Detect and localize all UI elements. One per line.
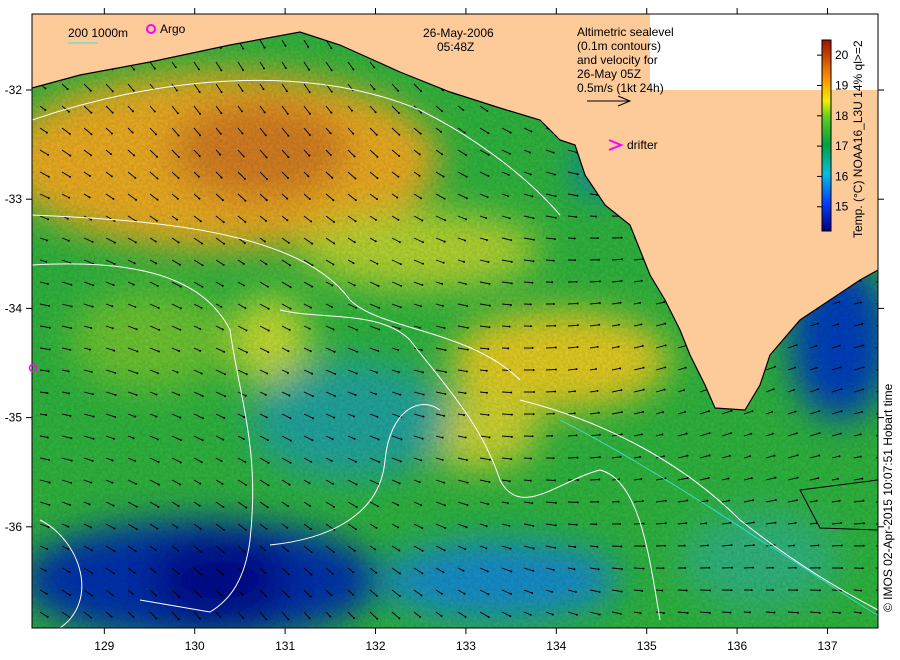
lon-tick-label: 129: [94, 639, 114, 653]
svg-text:26-May 05Z: 26-May 05Z: [577, 67, 641, 81]
velocity-arrow: [831, 589, 842, 591]
lon-tick-label: 133: [456, 639, 476, 653]
svg-text:Altimetric sealevel: Altimetric sealevel: [577, 25, 674, 39]
lat-tick-label: -35: [5, 411, 23, 425]
lon-tick-label: 134: [546, 639, 566, 653]
lon-tick-label: 132: [366, 639, 386, 653]
velocity-arrow: [545, 368, 556, 371]
velocity-arrow: [809, 544, 819, 547]
velocity-arrow: [589, 479, 600, 481]
sst-map: 129 130 131 132 133 134 135 136 137 -32 -33 -34 -35 -…: [0, 0, 900, 660]
lon-tick-label: 137: [818, 639, 838, 653]
velocity-arrow: [853, 589, 862, 592]
lon-tick-label: 130: [185, 639, 205, 653]
velocity-arrow: [699, 544, 708, 547]
colorbar-label: Temp. (°C) NOAA16_L3U 14% ql>=2: [851, 40, 865, 238]
colorbar: [821, 39, 832, 232]
lat-tick-label: -34: [5, 301, 23, 315]
svg-text:(0.1m contours): (0.1m contours): [577, 39, 661, 53]
credit-text: © IMOS 02-Apr-2015 10:07:51 Hobart time: [881, 383, 895, 612]
lon-tick-label: 135: [637, 639, 657, 653]
lon-tick-label: 136: [727, 639, 747, 653]
map-svg: 129 130 131 132 133 134 135 136 137 -32 -33 -34 -35 -…: [5, 8, 895, 653]
velocity-arrow: [567, 303, 578, 305]
svg-text:0.5m/s (1kt 24h): 0.5m/s (1kt 24h): [577, 81, 664, 95]
colorbar-tick-label: 18: [835, 109, 849, 123]
lat-tick-label: -36: [5, 520, 23, 534]
svg-text:and velocity for: and velocity for: [577, 53, 658, 67]
velocity-arrow: [545, 391, 556, 393]
isobath-legend: 200 1000m: [68, 26, 128, 40]
velocity-arrow: [765, 611, 775, 613]
lat-tick-label: -33: [5, 192, 23, 206]
lon-tick-label: 131: [275, 639, 295, 653]
map-date: 26-May-2006: [423, 26, 494, 40]
velocity-arrow: [567, 412, 575, 415]
lat-tick-label: -32: [5, 83, 23, 97]
velocity-arrow: [501, 325, 510, 328]
argo-legend: Argo: [160, 22, 186, 36]
velocity-arrow: [831, 545, 842, 547]
map-time: 05:48Z: [437, 40, 474, 54]
colorbar-tick-label: 20: [835, 48, 849, 62]
velocity-arrow: [633, 567, 644, 570]
velocity-arrow: [721, 611, 731, 614]
colorbar-tick-label: 16: [835, 169, 849, 183]
colorbar-tick-label: 17: [835, 139, 849, 153]
velocity-arrow: [545, 259, 554, 262]
drifter-legend: drifter: [627, 138, 658, 152]
colorbar-tick-label: 15: [835, 200, 849, 214]
velocity-arrow: [567, 434, 577, 437]
colorbar-tick-label: 19: [835, 78, 849, 92]
